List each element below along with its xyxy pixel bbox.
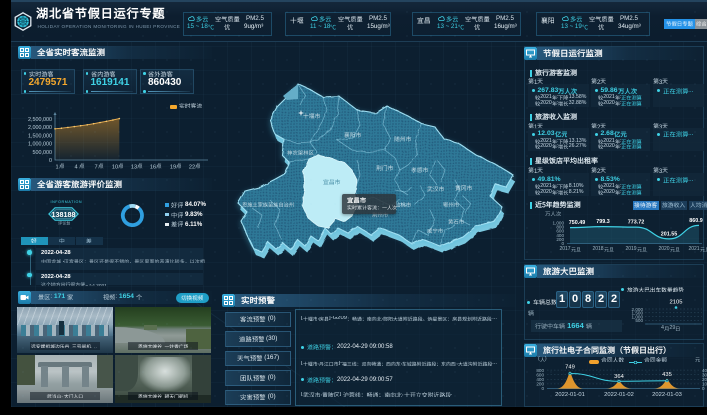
svg-text:1,500: 1,500 [632,311,644,316]
svg-text:201.55: 201.55 [661,231,678,237]
svg-text:10: 10 [112,165,118,171]
svg-text:100: 100 [702,382,707,387]
svg-text:1,500,000: 1,500,000 [28,133,52,139]
svg-text:13: 13 [131,165,137,171]
svg-text:600: 600 [556,229,564,234]
svg-text:860.9: 860.9 [689,218,703,224]
svg-text:0: 0 [561,241,564,246]
svg-text:4: 4 [74,165,77,171]
svg-text:400: 400 [536,377,544,382]
svg-text:200: 200 [702,377,707,382]
svg-text:2105: 2105 [670,300,683,306]
svg-text:2,000,000: 2,000,000 [28,125,52,131]
svg-text:16: 16 [150,165,156,171]
svg-text:500: 500 [635,318,643,323]
svg-text:300: 300 [702,372,707,377]
svg-text:0: 0 [49,158,52,164]
svg-text:364: 364 [614,374,624,380]
svg-text:1,000,000: 1,000,000 [28,142,52,148]
svg-text:435: 435 [662,372,672,378]
svg-text:7: 7 [94,165,97,171]
svg-text:800: 800 [556,225,564,230]
svg-text:799.3: 799.3 [596,219,610,225]
svg-text:1: 1 [55,165,58,171]
svg-text:749: 749 [565,365,575,371]
svg-text:400: 400 [556,233,564,238]
svg-text:1,000: 1,000 [632,314,644,319]
svg-text:0: 0 [702,386,705,391]
svg-text:800: 800 [536,368,544,373]
svg-text:500,000: 500,000 [33,150,53,156]
svg-text:200: 200 [536,382,544,387]
svg-text:2,500,000: 2,500,000 [28,117,52,123]
svg-text:400: 400 [702,368,707,373]
svg-text:0: 0 [541,386,544,391]
svg-text:773.72: 773.72 [628,220,645,226]
svg-text:22: 22 [189,165,195,171]
svg-text:1,000: 1,000 [553,221,565,226]
svg-text:2,000: 2,000 [632,307,644,312]
svg-text:600: 600 [536,372,544,377]
svg-text:750.49: 750.49 [569,220,586,226]
svg-text:200: 200 [556,237,564,242]
svg-text:19: 19 [170,165,176,171]
